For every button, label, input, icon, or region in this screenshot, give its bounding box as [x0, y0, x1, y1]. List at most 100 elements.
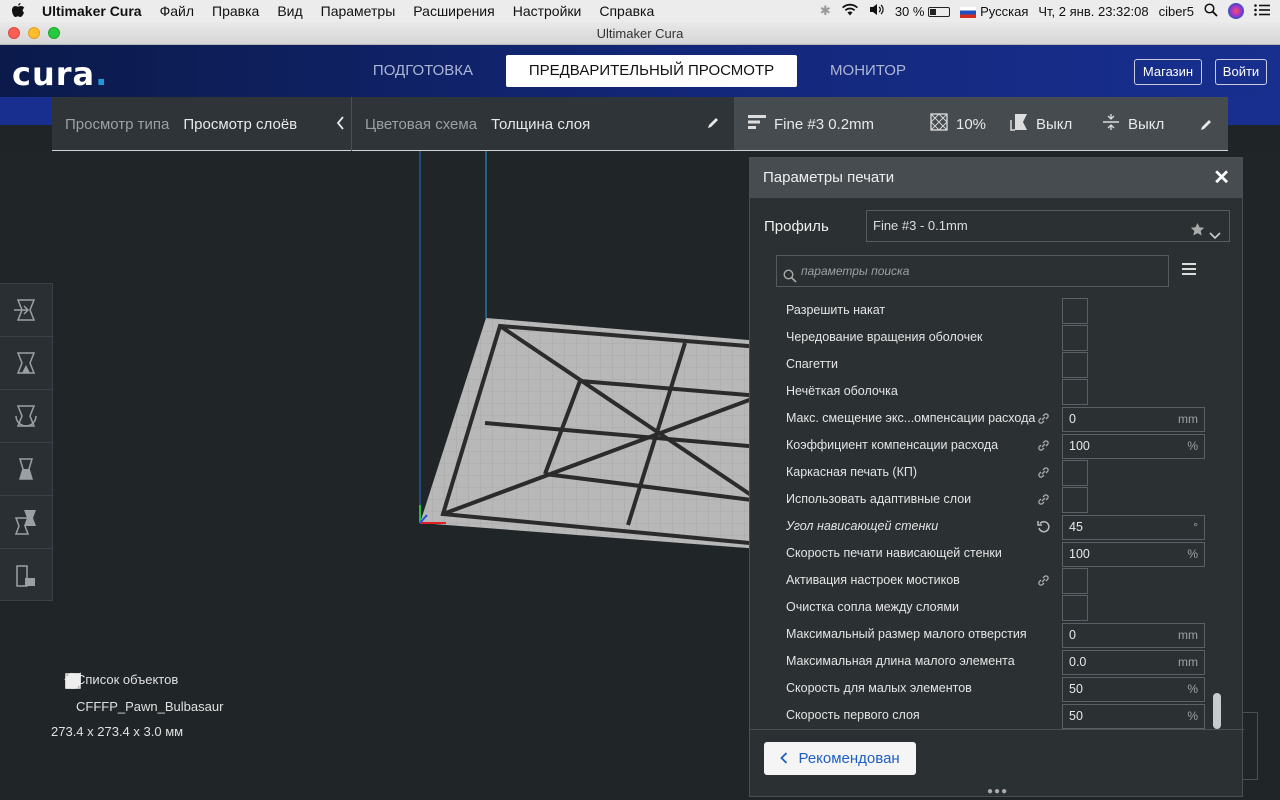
menu-parameters[interactable]: Параметры — [312, 3, 405, 19]
setting-value: 0.0 — [1069, 655, 1087, 669]
object-list-toggle[interactable]: Список объектов — [64, 672, 223, 687]
setting-checkbox[interactable] — [1062, 325, 1088, 351]
adhesion-summary: Выкл — [1102, 97, 1164, 151]
setting-value: 100 — [1069, 439, 1090, 453]
scale-tool-icon[interactable] — [0, 337, 52, 390]
settings-scrollbar[interactable] — [1213, 693, 1221, 729]
setting-input[interactable]: 0 mm — [1062, 407, 1205, 432]
support-value: Выкл — [1036, 115, 1073, 133]
print-setup-bar[interactable]: Fine #3 0.2mm 10% Выкл Выкл — [734, 97, 1228, 151]
setting-row: Разрешить накат — [750, 298, 1220, 325]
menu-icon[interactable] — [1182, 262, 1196, 280]
object-list-header: Список объектов — [76, 672, 179, 687]
menu-app-name[interactable]: Ultimaker Cura — [36, 3, 151, 19]
recommended-button[interactable]: Рекомендован — [764, 742, 916, 775]
notification-center-icon[interactable] — [1254, 3, 1270, 19]
bluetooth-icon[interactable]: ✱ — [820, 3, 831, 19]
setting-row: Скорость первого слоя 50% — [750, 703, 1220, 730]
setting-checkbox[interactable] — [1062, 595, 1088, 621]
menu-extensions[interactable]: Расширения — [404, 3, 503, 19]
menu-file[interactable]: Файл — [151, 3, 203, 19]
settings-list[interactable]: Разрешить накат Чередование вращения обол… — [750, 298, 1244, 730]
setting-input[interactable]: 50% — [1062, 704, 1205, 729]
resize-handle[interactable]: ●●● — [987, 786, 1008, 797]
mirror-tool-icon[interactable] — [0, 443, 52, 496]
close-window-button[interactable] — [8, 27, 20, 39]
chevron-down-icon — [1209, 221, 1221, 251]
setting-checkbox[interactable] — [1062, 487, 1088, 513]
spotlight-icon[interactable] — [1204, 2, 1218, 20]
setting-label: Чередование вращения оболочек — [786, 330, 983, 344]
wifi-icon[interactable] — [841, 3, 859, 19]
setting-row: Нечёткая оболочка — [750, 379, 1220, 406]
infill-value: 10% — [956, 115, 987, 133]
setting-checkbox[interactable] — [1062, 379, 1088, 405]
setting-checkbox[interactable] — [1062, 568, 1088, 594]
menu-edit[interactable]: Правка — [203, 3, 268, 19]
menu-preferences[interactable]: Настройки — [504, 3, 591, 19]
setting-label: Скорость для малых элементов — [786, 681, 972, 695]
setting-value: 45 — [1069, 520, 1083, 534]
setting-checkbox[interactable] — [1062, 298, 1088, 324]
setting-row: Активация настроек мостиков — [750, 568, 1220, 595]
object-name: CFFFP_Pawn_Bulbasaur — [76, 699, 224, 714]
setting-label: Каркасная печать (КП) — [786, 465, 918, 479]
setting-row: Макс. смещение экс...омпенсации расхода 0… — [750, 406, 1220, 433]
move-tool-icon[interactable] — [0, 284, 52, 337]
link-icon — [1037, 574, 1050, 592]
setting-checkbox[interactable] — [1062, 460, 1088, 486]
setting-unit: ° — [1193, 520, 1198, 534]
clock[interactable]: Чт, 2 янв. 23:32:08 — [1038, 4, 1148, 19]
chevron-left-icon — [336, 116, 345, 134]
signin-button[interactable]: Войти — [1215, 59, 1267, 85]
object-list: Список объектов CFFFP_Pawn_Bulbasaur 273… — [51, 672, 224, 757]
battery-percent: 30 % — [895, 4, 951, 19]
tab-monitor[interactable]: МОНИТОР — [818, 55, 918, 87]
support-blocker-icon[interactable] — [0, 549, 52, 602]
menu-view[interactable]: Вид — [268, 3, 311, 19]
layers-icon — [748, 114, 766, 134]
setting-unit: mm — [1178, 655, 1198, 669]
reset-icon[interactable] — [1037, 520, 1051, 539]
color-scheme-selector[interactable]: Цветовая схема Толщина слоя — [365, 97, 720, 151]
profile-dropdown[interactable]: Fine #3 - 0.1mm — [866, 210, 1230, 242]
zoom-window-button[interactable] — [48, 27, 60, 39]
setting-row: Очистка сопла между слоями — [750, 595, 1220, 622]
marketplace-button[interactable]: Магазин — [1134, 59, 1202, 85]
volume-icon[interactable] — [869, 3, 885, 19]
setting-input[interactable]: 100% — [1062, 542, 1205, 567]
setting-input[interactable]: 45 ° — [1062, 515, 1205, 540]
tab-preview[interactable]: ПРЕДВАРИТЕЛЬНЫЙ ПРОСМОТР — [506, 55, 797, 87]
menu-help[interactable]: Справка — [590, 3, 663, 19]
profile-label: Профиль — [764, 218, 829, 235]
profile-summary: Fine #3 0.2mm — [748, 97, 874, 151]
view-options-bar: Просмотр типа Просмотр слоёв Цветовая сх… — [52, 97, 734, 151]
setting-value: 50 — [1069, 682, 1083, 696]
star-icon[interactable] — [1190, 218, 1205, 248]
setting-row: Скорость для малых элементов 50% — [750, 676, 1220, 703]
search-input[interactable]: параметры поиска — [776, 255, 1169, 287]
tab-prepare[interactable]: ПОДГОТОВКА — [362, 55, 484, 87]
apple-icon[interactable] — [0, 2, 36, 21]
setting-label: Спагетти — [786, 357, 839, 371]
view-type-selector[interactable]: Просмотр типа Просмотр слоёв — [65, 97, 345, 151]
setting-input[interactable]: 0 mm — [1062, 623, 1205, 648]
object-list-item[interactable]: CFFFP_Pawn_Bulbasaur — [64, 674, 224, 714]
setting-row: Скорость печати нависающей стенки 100% — [750, 541, 1220, 568]
siri-icon[interactable] — [1228, 3, 1244, 19]
rotate-tool-icon[interactable] — [0, 390, 52, 443]
color-scheme-label: Цветовая схема — [365, 115, 478, 133]
setting-input[interactable]: 0.0 mm — [1062, 650, 1205, 675]
per-model-settings-icon[interactable] — [0, 496, 52, 549]
user-name[interactable]: ciber5 — [1159, 4, 1194, 19]
input-source[interactable]: Русская — [960, 4, 1028, 19]
divider — [351, 97, 352, 151]
tool-panel — [0, 283, 53, 601]
minimize-window-button[interactable] — [28, 27, 40, 39]
pencil-icon[interactable] — [1200, 97, 1213, 151]
close-icon[interactable]: ✕ — [1213, 158, 1230, 198]
setting-input[interactable]: 50% — [1062, 677, 1205, 702]
setting-row: Максимальная длина малого элемента 0.0 mm — [750, 649, 1220, 676]
setting-checkbox[interactable] — [1062, 352, 1088, 378]
setting-input[interactable]: 100% — [1062, 434, 1205, 459]
